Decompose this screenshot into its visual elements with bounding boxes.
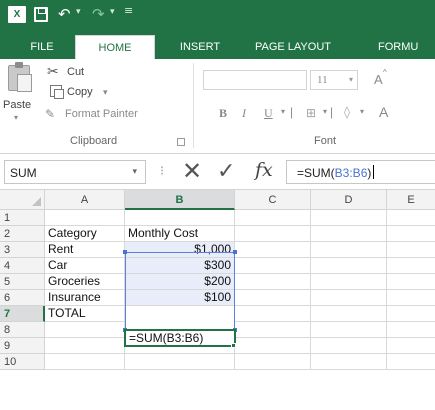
cell-a2[interactable]: Category — [45, 226, 125, 242]
group-divider — [193, 63, 194, 148]
column-header-e[interactable]: E — [387, 190, 435, 210]
tab-page-layout[interactable]: PAGE LAYOUT — [243, 35, 343, 59]
formula-bar: SUM ▾ ⁝ ✕ ✓ fx =SUM(B3:B6) — [0, 154, 435, 190]
borders-dropdown-icon[interactable]: ▾ — [323, 107, 327, 116]
row-header-6[interactable]: 6 — [0, 290, 45, 306]
customize-qat-icon[interactable]: ≡ — [124, 4, 133, 17]
formula-suffix: ) — [367, 166, 372, 180]
row-header-10[interactable]: 10 — [0, 354, 45, 370]
tab-insert[interactable]: INSERT — [170, 35, 230, 59]
cut-button[interactable]: Cut — [67, 66, 84, 78]
copy-icon[interactable] — [50, 85, 64, 99]
cell-b3[interactable]: $1,000 — [125, 242, 235, 258]
cut-icon[interactable]: ✂ — [47, 65, 59, 79]
paste-dropdown-icon[interactable]: ▾ — [14, 113, 18, 122]
fill-color-icon[interactable]: ◊ — [344, 105, 350, 119]
row-header-7[interactable]: 7 — [0, 306, 45, 322]
row-header-4[interactable]: 4 — [0, 258, 45, 274]
text-caret — [373, 165, 375, 179]
font-color-button[interactable]: A — [379, 104, 388, 120]
cancel-icon[interactable]: ✕ — [182, 157, 202, 185]
underline-dropdown-icon[interactable]: ▾ — [281, 107, 285, 116]
cell-a10[interactable] — [45, 354, 125, 370]
font-size-combobox[interactable]: 11 ▾ — [310, 70, 358, 90]
title-bar: X ↶ ▾ ↷ ▾ ≡ — [0, 0, 435, 30]
underline-button[interactable]: U — [264, 106, 273, 121]
cell-a8[interactable] — [45, 322, 125, 338]
paste-icon[interactable] — [8, 62, 32, 92]
formula-input[interactable]: =SUM(B3:B6) — [286, 160, 435, 184]
cell-b4[interactable]: $300 — [125, 258, 235, 274]
borders-icon[interactable]: ⊞ — [306, 106, 316, 120]
name-box[interactable]: SUM ▾ — [4, 160, 146, 184]
row-header-8[interactable]: 8 — [0, 322, 45, 338]
row-header-9[interactable]: 9 — [0, 338, 45, 354]
copy-dropdown-icon[interactable]: ▾ — [103, 87, 108, 98]
font-group-label: Font — [314, 135, 337, 147]
save-icon[interactable] — [34, 7, 48, 22]
column-header-c[interactable]: C — [235, 190, 311, 210]
fill-color-dropdown-icon[interactable]: ▾ — [360, 107, 364, 116]
row-header-1[interactable]: 1 — [0, 210, 45, 226]
bold-button[interactable]: B — [219, 106, 227, 121]
format-painter-button[interactable]: Format Painter — [65, 108, 138, 120]
name-box-dropdown-icon[interactable]: ▾ — [132, 167, 137, 177]
tab-file[interactable]: FILE — [22, 35, 62, 59]
cell-b2[interactable]: Monthly Cost — [125, 226, 235, 242]
cell-b1[interactable] — [125, 210, 235, 226]
italic-button[interactable]: I — [242, 106, 246, 121]
cell-a6[interactable]: Insurance — [45, 290, 125, 306]
formula-bar-grip-icon: ⁝ — [160, 163, 165, 178]
active-cell-b7[interactable]: =SUM(B3:B6) — [124, 329, 236, 347]
ribbon-divider: | — [290, 105, 294, 119]
cell-a1[interactable] — [45, 210, 125, 226]
ribbon-home: Paste ▾ ✂ Cut Copy ▾ ✎ Format Painter Cl… — [0, 59, 435, 154]
font-size-value: 11 — [317, 74, 328, 86]
insert-function-icon[interactable]: fx — [255, 159, 273, 181]
cell-a3[interactable]: Rent — [45, 242, 125, 258]
row-header-5[interactable]: 5 — [0, 274, 45, 290]
font-size-dropdown-icon[interactable]: ▾ — [349, 75, 353, 84]
undo-icon[interactable]: ↶ — [58, 4, 71, 24]
column-header-a[interactable]: A — [45, 190, 125, 210]
paste-button[interactable]: Paste — [3, 99, 31, 111]
cell-b10[interactable] — [125, 354, 235, 370]
cell-a9[interactable] — [45, 338, 125, 354]
gridlines — [235, 225, 435, 370]
cell-a7[interactable]: TOTAL — [45, 306, 125, 322]
clipboard-launcher-icon[interactable] — [177, 138, 185, 146]
ribbon-divider: | — [330, 105, 334, 119]
font-name-combobox[interactable] — [203, 70, 307, 90]
cell-a4[interactable]: Car — [45, 258, 125, 274]
redo-dropdown-icon[interactable]: ▾ — [110, 7, 115, 17]
enter-icon[interactable]: ✓ — [217, 158, 235, 186]
clipboard-group-label: Clipboard — [70, 135, 118, 147]
tab-home[interactable]: HOME — [75, 35, 155, 59]
tab-formulas[interactable]: FORMU — [378, 35, 435, 59]
name-box-value: SUM — [10, 166, 37, 180]
row-header-2[interactable]: 2 — [0, 226, 45, 242]
copy-button[interactable]: Copy — [67, 86, 93, 98]
formula-prefix: =SUM( — [297, 166, 335, 180]
excel-logo-icon: X — [8, 6, 26, 23]
ribbon-tabs: FILE HOME INSERT PAGE LAYOUT FORMU — [0, 30, 435, 59]
column-header-d[interactable]: D — [311, 190, 387, 210]
formula-reference: B3:B6 — [334, 166, 368, 180]
fill-handle[interactable] — [231, 343, 236, 348]
grow-font-caret-icon: ^ — [383, 68, 387, 77]
select-all-button[interactable] — [0, 190, 45, 210]
grow-font-button[interactable]: A — [374, 72, 383, 87]
cell-b6[interactable]: $100 — [125, 290, 235, 306]
undo-dropdown-icon[interactable]: ▾ — [76, 7, 81, 17]
formula-text: =SUM(B3:B6) — [297, 165, 375, 180]
redo-icon[interactable]: ↷ — [92, 4, 105, 24]
cell-b5[interactable]: $200 — [125, 274, 235, 290]
column-header-b[interactable]: B — [125, 190, 235, 210]
cell-a5[interactable]: Groceries — [45, 274, 125, 290]
format-painter-icon[interactable]: ✎ — [45, 107, 55, 121]
row-header-3[interactable]: 3 — [0, 242, 45, 258]
